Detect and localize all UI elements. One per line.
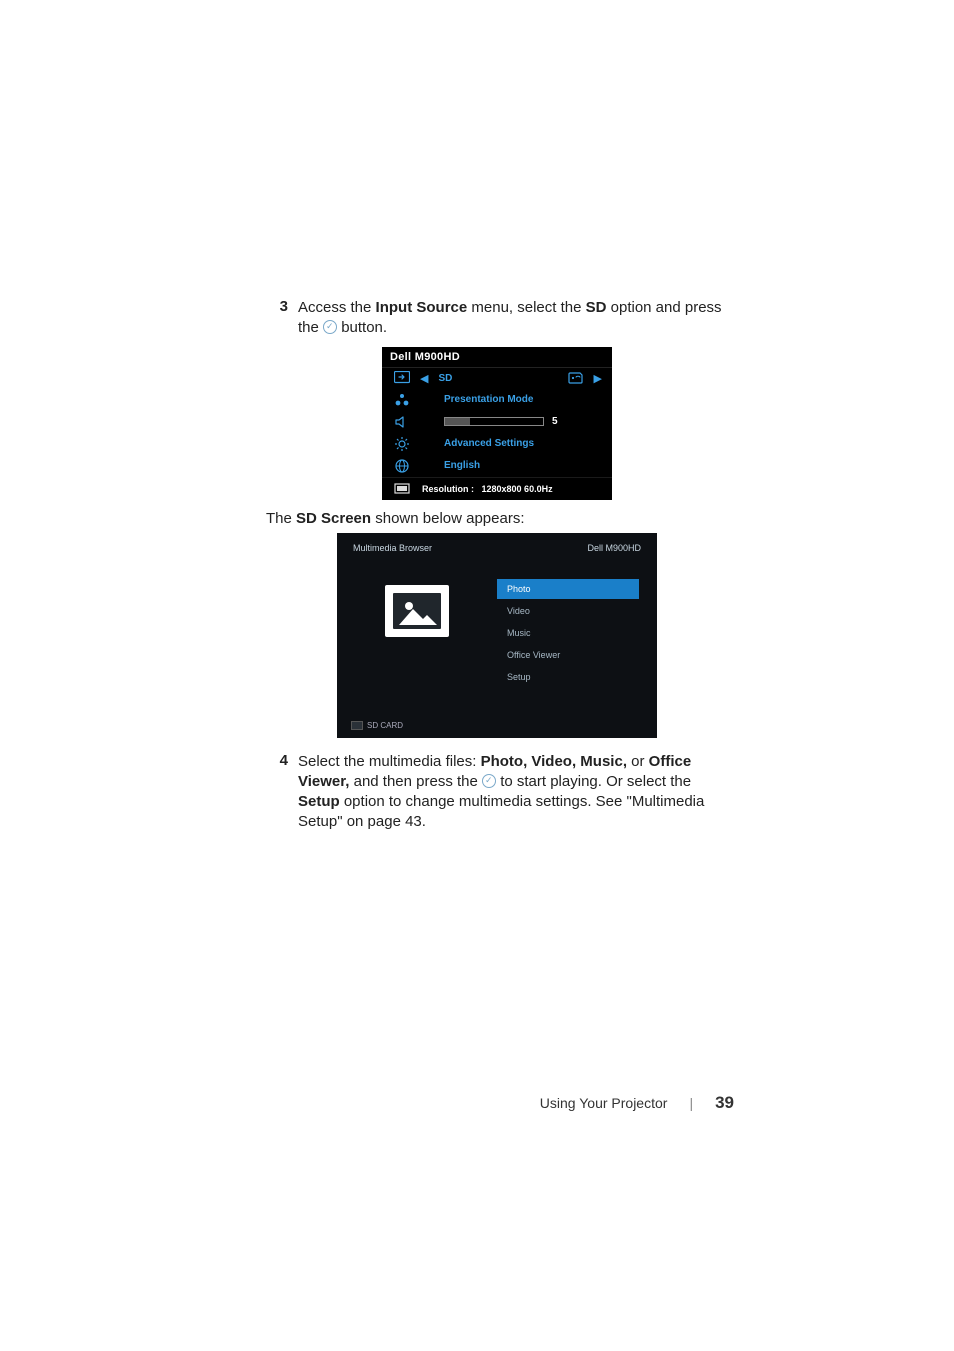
mmb-item-office-viewer: Office Viewer	[497, 645, 639, 665]
bold: Photo, Video, Music,	[481, 753, 627, 770]
text: shown below appears:	[371, 510, 524, 527]
mmb-thumbnail-area	[337, 579, 497, 689]
step-4: 4 Select the multimedia files: Photo, Vi…	[266, 752, 728, 833]
arrow-left-icon: ◀	[416, 372, 432, 385]
presentation-mode-icon	[388, 393, 416, 407]
osd-input-source-label: SD	[432, 373, 561, 384]
osd-presentation-label: Presentation Mode	[416, 394, 606, 405]
page-number: 39	[715, 1093, 734, 1113]
osd-row-input-source: ◀ SD ▶	[382, 367, 612, 389]
slider-fill	[445, 418, 470, 425]
mmb-footer: SD CARD	[337, 715, 657, 738]
page-footer: Using Your Projector | 39	[540, 1093, 734, 1113]
step-3: 3 Access the Input Source menu, select t…	[266, 298, 728, 339]
globe-icon	[388, 458, 416, 474]
mmb-item-music: Music	[497, 623, 639, 643]
sd-card-small-icon	[351, 721, 363, 730]
step-number: 3	[266, 298, 288, 315]
mmb-item-video: Video	[497, 601, 639, 621]
arrow-right-icon: ▶	[590, 372, 606, 385]
text: menu, select the	[467, 299, 585, 316]
mmb-item-setup: Setup	[497, 667, 639, 687]
text: to start playing. Or select the	[496, 773, 691, 790]
osd-row-presentation-mode: Presentation Mode	[382, 389, 612, 411]
osd-status: Resolution : 1280x800 60.0Hz	[416, 484, 606, 494]
monitor-icon	[388, 483, 416, 495]
osd-title: Dell M900HD	[382, 347, 612, 367]
photo-thumbnail-icon	[385, 585, 449, 637]
mmb-title-right: Dell M900HD	[587, 543, 641, 553]
mmb-menu: Photo Video Music Office Viewer Setup	[497, 579, 657, 689]
mmb-title-left: Multimedia Browser	[353, 543, 432, 553]
text: The	[266, 510, 296, 527]
osd-language-label: English	[416, 460, 606, 471]
footer-section: Using Your Projector	[540, 1095, 668, 1111]
osd-row-language: English	[382, 455, 612, 477]
text: option to change multimedia settings. Se…	[298, 793, 704, 830]
osd-row-volume: 5	[382, 411, 612, 433]
bold: SD	[586, 299, 607, 316]
osd-row-advanced: Advanced Settings	[382, 433, 612, 455]
check-icon	[482, 774, 496, 788]
sd-screen-caption: The SD Screen shown below appears:	[266, 510, 728, 527]
text: Access the	[298, 299, 376, 316]
volume-slider: 5	[444, 416, 606, 427]
bold: Input Source	[376, 299, 468, 316]
input-source-icon	[388, 371, 416, 385]
bold: SD Screen	[296, 510, 371, 527]
osd-advanced-label: Advanced Settings	[416, 438, 606, 449]
text: or	[627, 753, 649, 770]
mmb-header: Multimedia Browser Dell M900HD	[337, 533, 657, 567]
status-value: 1280x800 60.0Hz	[482, 484, 553, 494]
text: button.	[337, 319, 387, 336]
step-text: Access the Input Source menu, select the…	[288, 298, 728, 339]
footer-separator: |	[689, 1095, 693, 1111]
step-number: 4	[266, 752, 288, 769]
slider-value: 5	[552, 416, 566, 427]
bold: Setup	[298, 793, 340, 810]
mmb-footer-text: SD CARD	[367, 721, 403, 730]
slider-track	[444, 417, 544, 426]
osd-status-row: Resolution : 1280x800 60.0Hz	[382, 477, 612, 500]
volume-icon	[388, 415, 416, 429]
text: and then press the	[349, 773, 482, 790]
multimedia-browser-screenshot: Multimedia Browser Dell M900HD Photo Vid…	[337, 533, 657, 738]
settings-icon	[388, 436, 416, 452]
text: Select the multimedia files:	[298, 753, 481, 770]
mmb-item-photo: Photo	[497, 579, 639, 599]
osd-menu-screenshot: Dell M900HD ◀ SD ▶	[382, 347, 612, 500]
status-label: Resolution :	[422, 484, 474, 494]
sd-card-icon	[562, 372, 590, 384]
check-icon	[323, 320, 337, 334]
step-text: Select the multimedia files: Photo, Vide…	[288, 752, 728, 833]
